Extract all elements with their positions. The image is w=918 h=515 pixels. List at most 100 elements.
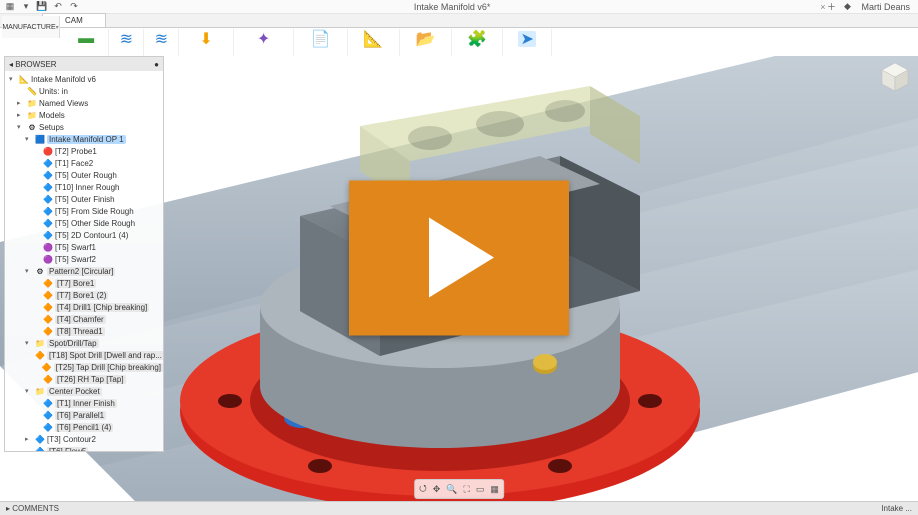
pan-icon[interactable]: ✥ <box>433 484 441 495</box>
tree-node[interactable]: 🔷[T5] Outer Finish <box>5 193 163 205</box>
node-label: [T5] From Side Rough <box>55 207 134 216</box>
model-tree[interactable]: ▾📐Intake Manifold v6📏Units: in▸📁Named Vi… <box>5 71 163 451</box>
node-icon: 📏 <box>27 86 37 96</box>
node-label: Intake Manifold v6 <box>31 75 96 84</box>
node-label: [T5] 2D Contour1 (4) <box>55 231 128 240</box>
tree-node[interactable]: ▾🟦Intake Manifold OP 1 <box>5 133 163 145</box>
node-icon: 🔷 <box>43 182 53 192</box>
tree-node[interactable]: 🔷[T1] Inner Finish <box>5 397 163 409</box>
undo-icon[interactable]: ↶ <box>52 1 64 13</box>
tree-node[interactable]: ▸🔷[T3] Contour2 <box>5 433 163 445</box>
node-label: [T10] Inner Rough <box>55 183 119 192</box>
expand-icon[interactable]: ▾ <box>25 387 33 395</box>
expand-icon[interactable]: ▾ <box>9 75 17 83</box>
node-label: Spot/Drill/Tap <box>47 339 99 348</box>
node-icon: 📐 <box>19 74 29 84</box>
node-icon: 🔷 <box>43 422 53 432</box>
node-icon: 🔷 <box>43 158 53 168</box>
tree-node[interactable]: 🟣[T5] Swarf2 <box>5 253 163 265</box>
setup-icon: ▬ <box>77 31 95 47</box>
node-icon: 🔶 <box>43 314 53 324</box>
tree-node[interactable]: ▾⚙Setups <box>5 121 163 133</box>
grid-icon[interactable]: ▦ <box>4 1 16 13</box>
browser-header[interactable]: ◂ BROWSER ● <box>5 57 163 71</box>
tree-node[interactable]: 🔷[T5] Outer Rough <box>5 169 163 181</box>
save-icon[interactable]: 💾 <box>36 1 48 13</box>
node-icon: 🔷 <box>35 446 45 451</box>
orbit-icon[interactable]: ⭯ <box>419 481 427 497</box>
tree-node[interactable]: ▸📁Models <box>5 109 163 121</box>
tree-node[interactable]: ▸📁Named Views <box>5 97 163 109</box>
tree-node[interactable]: ▾📁Spot/Drill/Tap <box>5 337 163 349</box>
navigation-toolbar[interactable]: ⭯ ✥ 🔍 ⛶ ▭ ▦ <box>414 479 504 499</box>
tree-node[interactable]: 📏Units: in <box>5 85 163 97</box>
add-ins-icon: 🧩 <box>468 31 486 47</box>
tree-node[interactable]: 🔴[T2] Probe1 <box>5 145 163 157</box>
tree-node[interactable]: 🔶[T8] Thread1 <box>5 325 163 337</box>
tree-node[interactable]: 🔶[T25] Tap Drill [Chip breaking] <box>5 361 163 373</box>
tree-node[interactable]: 🟣[T5] Swarf1 <box>5 241 163 253</box>
node-icon: 🔷 <box>43 398 53 408</box>
expand-icon[interactable]: ▾ <box>25 135 33 143</box>
file-icon[interactable]: ▾ <box>20 1 32 13</box>
tree-node[interactable]: 🔶[T18] Spot Drill [Dwell and rap... <box>5 349 163 361</box>
status-text: Intake ... <box>881 504 912 513</box>
node-icon: 🔶 <box>43 278 53 288</box>
zoom-icon[interactable]: 🔍 <box>446 484 457 495</box>
tree-node[interactable]: 🔶[T4] Chamfer <box>5 313 163 325</box>
tree-node[interactable]: ▾📁Center Pocket <box>5 385 163 397</box>
document-title: Intake Manifold v6* <box>84 2 820 12</box>
node-label: [T4] Chamfer <box>55 315 106 324</box>
node-label: [T1] Inner Finish <box>55 399 117 408</box>
tree-node[interactable]: ▾📐Intake Manifold v6 <box>5 73 163 85</box>
expand-icon[interactable]: ▸ <box>17 111 25 119</box>
expand-icon[interactable]: ▸ <box>25 435 33 443</box>
tree-node[interactable]: 🔷[T5] 2D Contour1 (4) <box>5 229 163 241</box>
extensions-icon[interactable]: ◆ <box>841 1 853 13</box>
tree-node[interactable]: 🔷[T5] From Side Rough <box>5 205 163 217</box>
comments-bar[interactable]: ▸ COMMENTS Intake ... <box>0 501 918 515</box>
expand-icon[interactable]: ▾ <box>17 123 25 131</box>
tree-node[interactable]: 🔷[T6] Flow5 <box>5 445 163 451</box>
tab-strip: CAM <box>0 14 918 28</box>
grid-toggle-icon[interactable]: ▦ <box>490 484 499 495</box>
node-label: [T5] Swarf2 <box>55 255 96 264</box>
chevron-down-icon: ▾ <box>56 24 59 31</box>
tree-node[interactable]: 🔷[T6] Pencil1 (4) <box>5 421 163 433</box>
tree-node[interactable]: 🔷[T6] Parallel1 <box>5 409 163 421</box>
node-label: Intake Manifold OP 1 <box>47 135 126 144</box>
node-icon: 🟣 <box>43 254 53 264</box>
node-label: Models <box>39 111 65 120</box>
node-label: Setups <box>39 123 64 132</box>
tree-node[interactable]: 🔶[T26] RH Tap [Tap] <box>5 373 163 385</box>
workspace-switcher[interactable]: MANUFACTURE ▾ <box>2 16 60 38</box>
node-icon: 📁 <box>27 98 37 108</box>
node-label: [T3] Contour2 <box>47 435 96 444</box>
node-icon: 🔶 <box>43 302 53 312</box>
tree-node[interactable]: ▾⚙Pattern2 [Circular] <box>5 265 163 277</box>
tree-node[interactable]: 🔶[T7] Bore1 (2) <box>5 289 163 301</box>
node-label: [T6] Pencil1 (4) <box>55 423 113 432</box>
browser-panel[interactable]: ◂ BROWSER ● ▾📐Intake Manifold v6📏Units: … <box>4 56 164 452</box>
redo-icon[interactable]: ↷ <box>68 1 80 13</box>
display-icon[interactable]: ▭ <box>476 484 485 495</box>
tree-node[interactable]: 🔶[T4] Drill1 [Chip breaking] <box>5 301 163 313</box>
tree-node[interactable]: 🔶[T7] Bore1 <box>5 277 163 289</box>
tree-node[interactable]: 🔷[T1] Face2 <box>5 157 163 169</box>
tree-node[interactable]: 🔷[T10] Inner Rough <box>5 181 163 193</box>
node-icon: 🔷 <box>35 434 45 444</box>
expand-icon[interactable]: ▸ <box>17 99 25 107</box>
play-overlay-button[interactable] <box>349 180 569 335</box>
new-tab-icon[interactable]: ＋ <box>825 1 837 13</box>
view-cube[interactable] <box>878 60 912 94</box>
user-name[interactable]: Marti Deans <box>861 2 910 12</box>
fit-icon[interactable]: ⛶ <box>464 484 470 495</box>
tree-node[interactable]: 🔷[T5] Other Side Rough <box>5 217 163 229</box>
expand-icon[interactable]: ▾ <box>25 267 33 275</box>
expand-icon[interactable]: ▾ <box>25 339 33 347</box>
node-label: [T5] Outer Finish <box>55 195 115 204</box>
browser-options-icon[interactable]: ● <box>154 60 159 69</box>
inspect-icon: 📐 <box>364 31 382 47</box>
node-label: [T7] Bore1 <box>55 279 96 288</box>
node-icon: 🟦 <box>35 134 45 144</box>
